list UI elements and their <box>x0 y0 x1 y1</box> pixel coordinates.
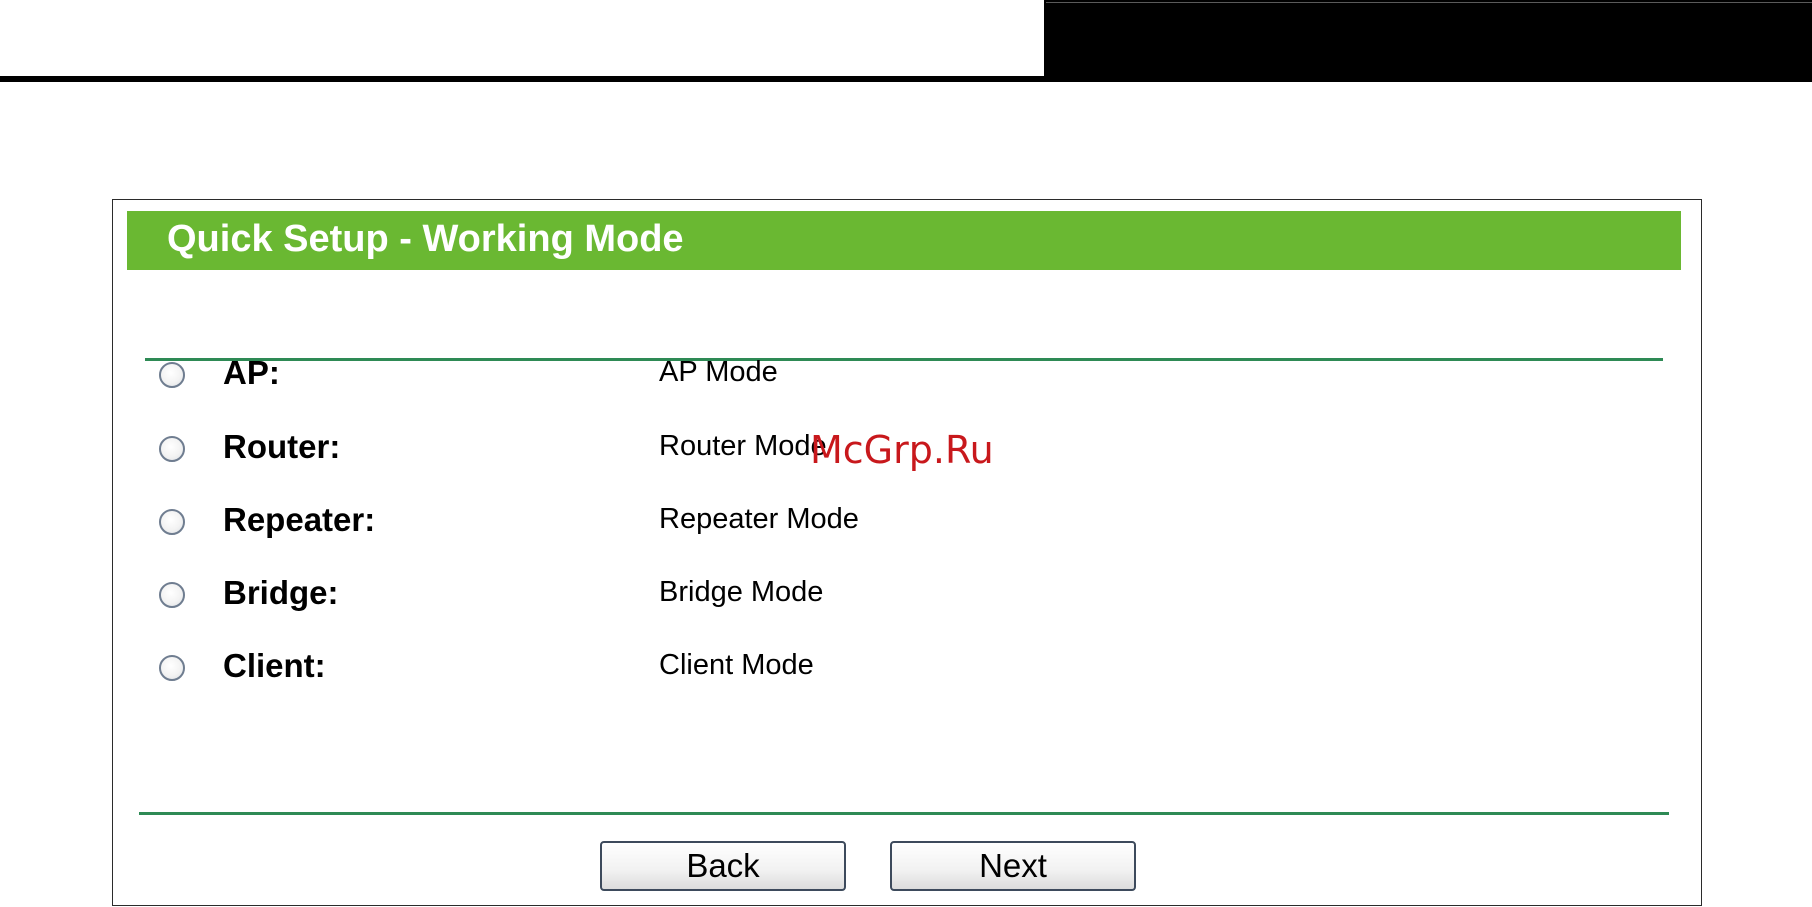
page-header-block <box>1044 0 1812 76</box>
mode-desc-bridge: Bridge Mode <box>659 576 824 608</box>
watermark-text: McGrp.Ru <box>810 428 994 472</box>
divider-bottom <box>139 812 1669 815</box>
mode-desc-ap: AP Mode <box>659 356 778 388</box>
quick-setup-panel: Quick Setup - Working Mode AP: AP Mode R… <box>112 199 1702 906</box>
mode-row-ap: AP: AP Mode <box>113 348 1703 408</box>
mode-label-router: Router: <box>223 428 341 465</box>
radio-ap[interactable] <box>159 362 185 388</box>
radio-router[interactable] <box>159 436 185 462</box>
radio-client[interactable] <box>159 655 185 681</box>
back-button[interactable]: Back <box>600 841 846 891</box>
radio-bridge[interactable] <box>159 582 185 608</box>
mode-label-ap: AP: <box>223 354 280 391</box>
mode-label-bridge: Bridge: <box>223 574 339 611</box>
mode-row-client: Client: Client Mode <box>113 641 1703 701</box>
mode-desc-router: Router Mode <box>659 430 827 462</box>
mode-desc-client: Client Mode <box>659 649 814 681</box>
radio-repeater[interactable] <box>159 509 185 535</box>
mode-row-repeater: Repeater: Repeater Mode <box>113 495 1703 555</box>
title-bar: Quick Setup - Working Mode <box>127 211 1681 270</box>
page-header-rule <box>0 76 1812 82</box>
next-button[interactable]: Next <box>890 841 1136 891</box>
mode-label-repeater: Repeater: <box>223 501 376 538</box>
mode-row-bridge: Bridge: Bridge Mode <box>113 568 1703 628</box>
page-header-block-edge <box>1046 2 1812 3</box>
page-title: Quick Setup - Working Mode <box>167 218 684 260</box>
mode-desc-repeater: Repeater Mode <box>659 503 859 535</box>
mode-label-client: Client: <box>223 647 326 684</box>
